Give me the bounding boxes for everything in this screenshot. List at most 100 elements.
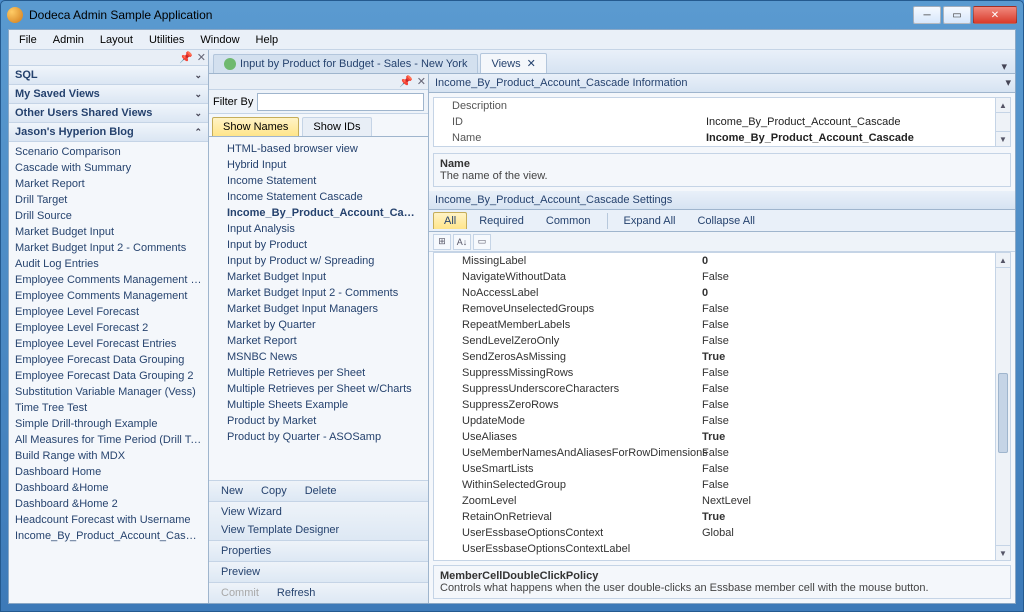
list-item[interactable]: Scenario Comparison bbox=[9, 144, 208, 160]
panel-close-icon[interactable]: ✕ bbox=[417, 75, 426, 88]
prop-value[interactable]: False bbox=[702, 462, 987, 476]
expand-all-button[interactable]: Expand All bbox=[614, 213, 686, 229]
list-item[interactable]: HTML-based browser view bbox=[209, 141, 428, 157]
prop-value[interactable]: True bbox=[702, 510, 987, 524]
prop-value[interactable] bbox=[702, 542, 987, 556]
pin-icon[interactable]: 📌 bbox=[179, 51, 193, 64]
settings-tab-required[interactable]: Required bbox=[469, 213, 534, 229]
prop-value[interactable]: False bbox=[702, 478, 987, 492]
list-item[interactable]: Market Budget Input bbox=[209, 269, 428, 285]
list-item[interactable]: Market Budget Input 2 - Comments bbox=[209, 285, 428, 301]
view-template-designer-button[interactable]: View Template Designer bbox=[213, 522, 347, 538]
prop-value[interactable]: False bbox=[702, 366, 987, 380]
list-item[interactable]: Income_By_Product_Account_Cascade bbox=[9, 528, 208, 544]
chevron-down-icon[interactable]: ▾ bbox=[997, 60, 1011, 73]
sort-icon[interactable]: A↓ bbox=[453, 234, 471, 250]
prop-value[interactable]: 0 bbox=[702, 254, 987, 268]
list-item[interactable]: Headcount Forecast with Username bbox=[9, 512, 208, 528]
list-item[interactable]: Employee Comments Management (E... bbox=[9, 272, 208, 288]
tab-input-by-product[interactable]: Input by Product for Budget - Sales - Ne… bbox=[213, 54, 478, 73]
list-item[interactable]: Simple Drill-through Example bbox=[9, 416, 208, 432]
scroll-down-icon[interactable]: ▼ bbox=[996, 545, 1010, 560]
filter-input[interactable] bbox=[257, 93, 424, 111]
prop-value[interactable]: False bbox=[702, 270, 987, 284]
list-item[interactable]: Employee Level Forecast bbox=[9, 304, 208, 320]
settings-tab-common[interactable]: Common bbox=[536, 213, 601, 229]
prop-value[interactable]: False bbox=[702, 446, 987, 460]
settings-tab-all[interactable]: All bbox=[433, 212, 467, 229]
list-item[interactable]: Substitution Variable Manager (Vess) bbox=[9, 384, 208, 400]
scrollbar[interactable]: ▲ ▼ bbox=[995, 98, 1010, 146]
prop-value[interactable]: False bbox=[702, 334, 987, 348]
list-item[interactable]: Market Report bbox=[209, 333, 428, 349]
section-header[interactable]: Essbase Options - Drillthrough Sheets bbox=[434, 557, 995, 561]
accordion-jasons-hyperion-blog[interactable]: Jason's Hyperion Blog⌃ bbox=[9, 123, 208, 142]
pin-icon[interactable]: 📌 bbox=[399, 75, 413, 88]
delete-button[interactable]: Delete bbox=[297, 483, 345, 499]
categorized-icon[interactable]: ⊞ bbox=[433, 234, 451, 250]
properties-button[interactable]: Properties bbox=[213, 543, 279, 559]
list-item[interactable]: Employee Forecast Data Grouping 2 bbox=[9, 368, 208, 384]
copy-button[interactable]: Copy bbox=[253, 483, 295, 499]
list-item[interactable]: Market by Quarter bbox=[209, 317, 428, 333]
prop-value[interactable]: False bbox=[702, 414, 987, 428]
panel-close-icon[interactable]: ✕ bbox=[197, 51, 206, 64]
list-item[interactable]: Drill Target bbox=[9, 192, 208, 208]
maximize-button[interactable]: ▭ bbox=[943, 6, 971, 24]
prop-value[interactable]: False bbox=[702, 302, 987, 316]
close-button[interactable]: ✕ bbox=[973, 6, 1017, 24]
new-button[interactable]: New bbox=[213, 483, 251, 499]
menu-layout[interactable]: Layout bbox=[94, 32, 139, 48]
list-item[interactable]: Multiple Retrieves per Sheet w/Charts bbox=[209, 381, 428, 397]
prop-value[interactable]: Income_By_Product_Account_Cascade bbox=[706, 116, 987, 128]
accordion-my-saved-views[interactable]: My Saved Views⌄ bbox=[9, 85, 208, 104]
prop-value[interactable]: False bbox=[702, 318, 987, 332]
list-item[interactable]: Time Tree Test bbox=[9, 400, 208, 416]
view-list[interactable]: Scenario ComparisonCascade with SummaryM… bbox=[9, 142, 208, 603]
prop-value[interactable]: True bbox=[702, 430, 987, 444]
list-item[interactable]: Build Range with MDX bbox=[9, 448, 208, 464]
prop-value[interactable]: True bbox=[702, 350, 987, 364]
menu-utilities[interactable]: Utilities bbox=[143, 32, 190, 48]
list-item[interactable]: Employee Comments Management bbox=[9, 288, 208, 304]
prop-value[interactable] bbox=[706, 100, 987, 112]
list-item[interactable]: Dashboard Home bbox=[9, 464, 208, 480]
tab-show-ids[interactable]: Show IDs bbox=[302, 117, 371, 136]
list-item[interactable]: Dashboard &Home 2 bbox=[9, 496, 208, 512]
list-item[interactable]: Multiple Sheets Example bbox=[209, 397, 428, 413]
menu-help[interactable]: Help bbox=[250, 32, 285, 48]
commit-button[interactable]: Commit bbox=[213, 585, 267, 601]
prop-value[interactable]: Income_By_Product_Account_Cascade bbox=[706, 132, 987, 144]
menu-admin[interactable]: Admin bbox=[47, 32, 90, 48]
tab-close-icon[interactable]: ✕ bbox=[527, 57, 536, 70]
tab-show-names[interactable]: Show Names bbox=[212, 117, 299, 136]
list-item[interactable]: Employee Forecast Data Grouping bbox=[9, 352, 208, 368]
list-item[interactable]: Income Statement Cascade bbox=[209, 189, 428, 205]
views-list[interactable]: HTML-based browser viewHybrid Input Incom… bbox=[209, 137, 428, 480]
list-item[interactable]: Market Budget Input 2 - Comments bbox=[9, 240, 208, 256]
menu-file[interactable]: File bbox=[13, 32, 43, 48]
scrollbar[interactable]: ▲ ▼ bbox=[995, 253, 1010, 560]
collapse-all-button[interactable]: Collapse All bbox=[687, 213, 764, 229]
prop-value[interactable]: False bbox=[702, 382, 987, 396]
prop-value[interactable]: False bbox=[702, 398, 987, 412]
list-item[interactable]: Hybrid Input bbox=[209, 157, 428, 173]
list-item[interactable]: Income_By_Product_Account_Casc... bbox=[209, 205, 428, 221]
property-pages-icon[interactable]: ▭ bbox=[473, 234, 491, 250]
list-item[interactable]: Multiple Retrieves per Sheet bbox=[209, 365, 428, 381]
prop-value[interactable]: 0 bbox=[702, 286, 987, 300]
scroll-thumb[interactable] bbox=[998, 373, 1008, 453]
list-item[interactable]: Input by Product bbox=[209, 237, 428, 253]
list-item[interactable]: Drill Source bbox=[9, 208, 208, 224]
tab-views[interactable]: Views ✕ bbox=[480, 53, 546, 73]
list-item[interactable]: Market Report bbox=[9, 176, 208, 192]
minimize-button[interactable]: ─ bbox=[913, 6, 941, 24]
list-item[interactable]: Employee Level Forecast Entries bbox=[9, 336, 208, 352]
list-item[interactable]: Market Budget Input bbox=[9, 224, 208, 240]
accordion-other-users-shared-views[interactable]: Other Users Shared Views⌄ bbox=[9, 104, 208, 123]
prop-value[interactable]: Global bbox=[702, 526, 987, 540]
list-item[interactable]: Market Budget Input Managers bbox=[209, 301, 428, 317]
scroll-up-icon[interactable]: ▲ bbox=[996, 98, 1010, 113]
list-item[interactable]: Audit Log Entries bbox=[9, 256, 208, 272]
accordion-sql[interactable]: SQL⌄ bbox=[9, 66, 208, 85]
